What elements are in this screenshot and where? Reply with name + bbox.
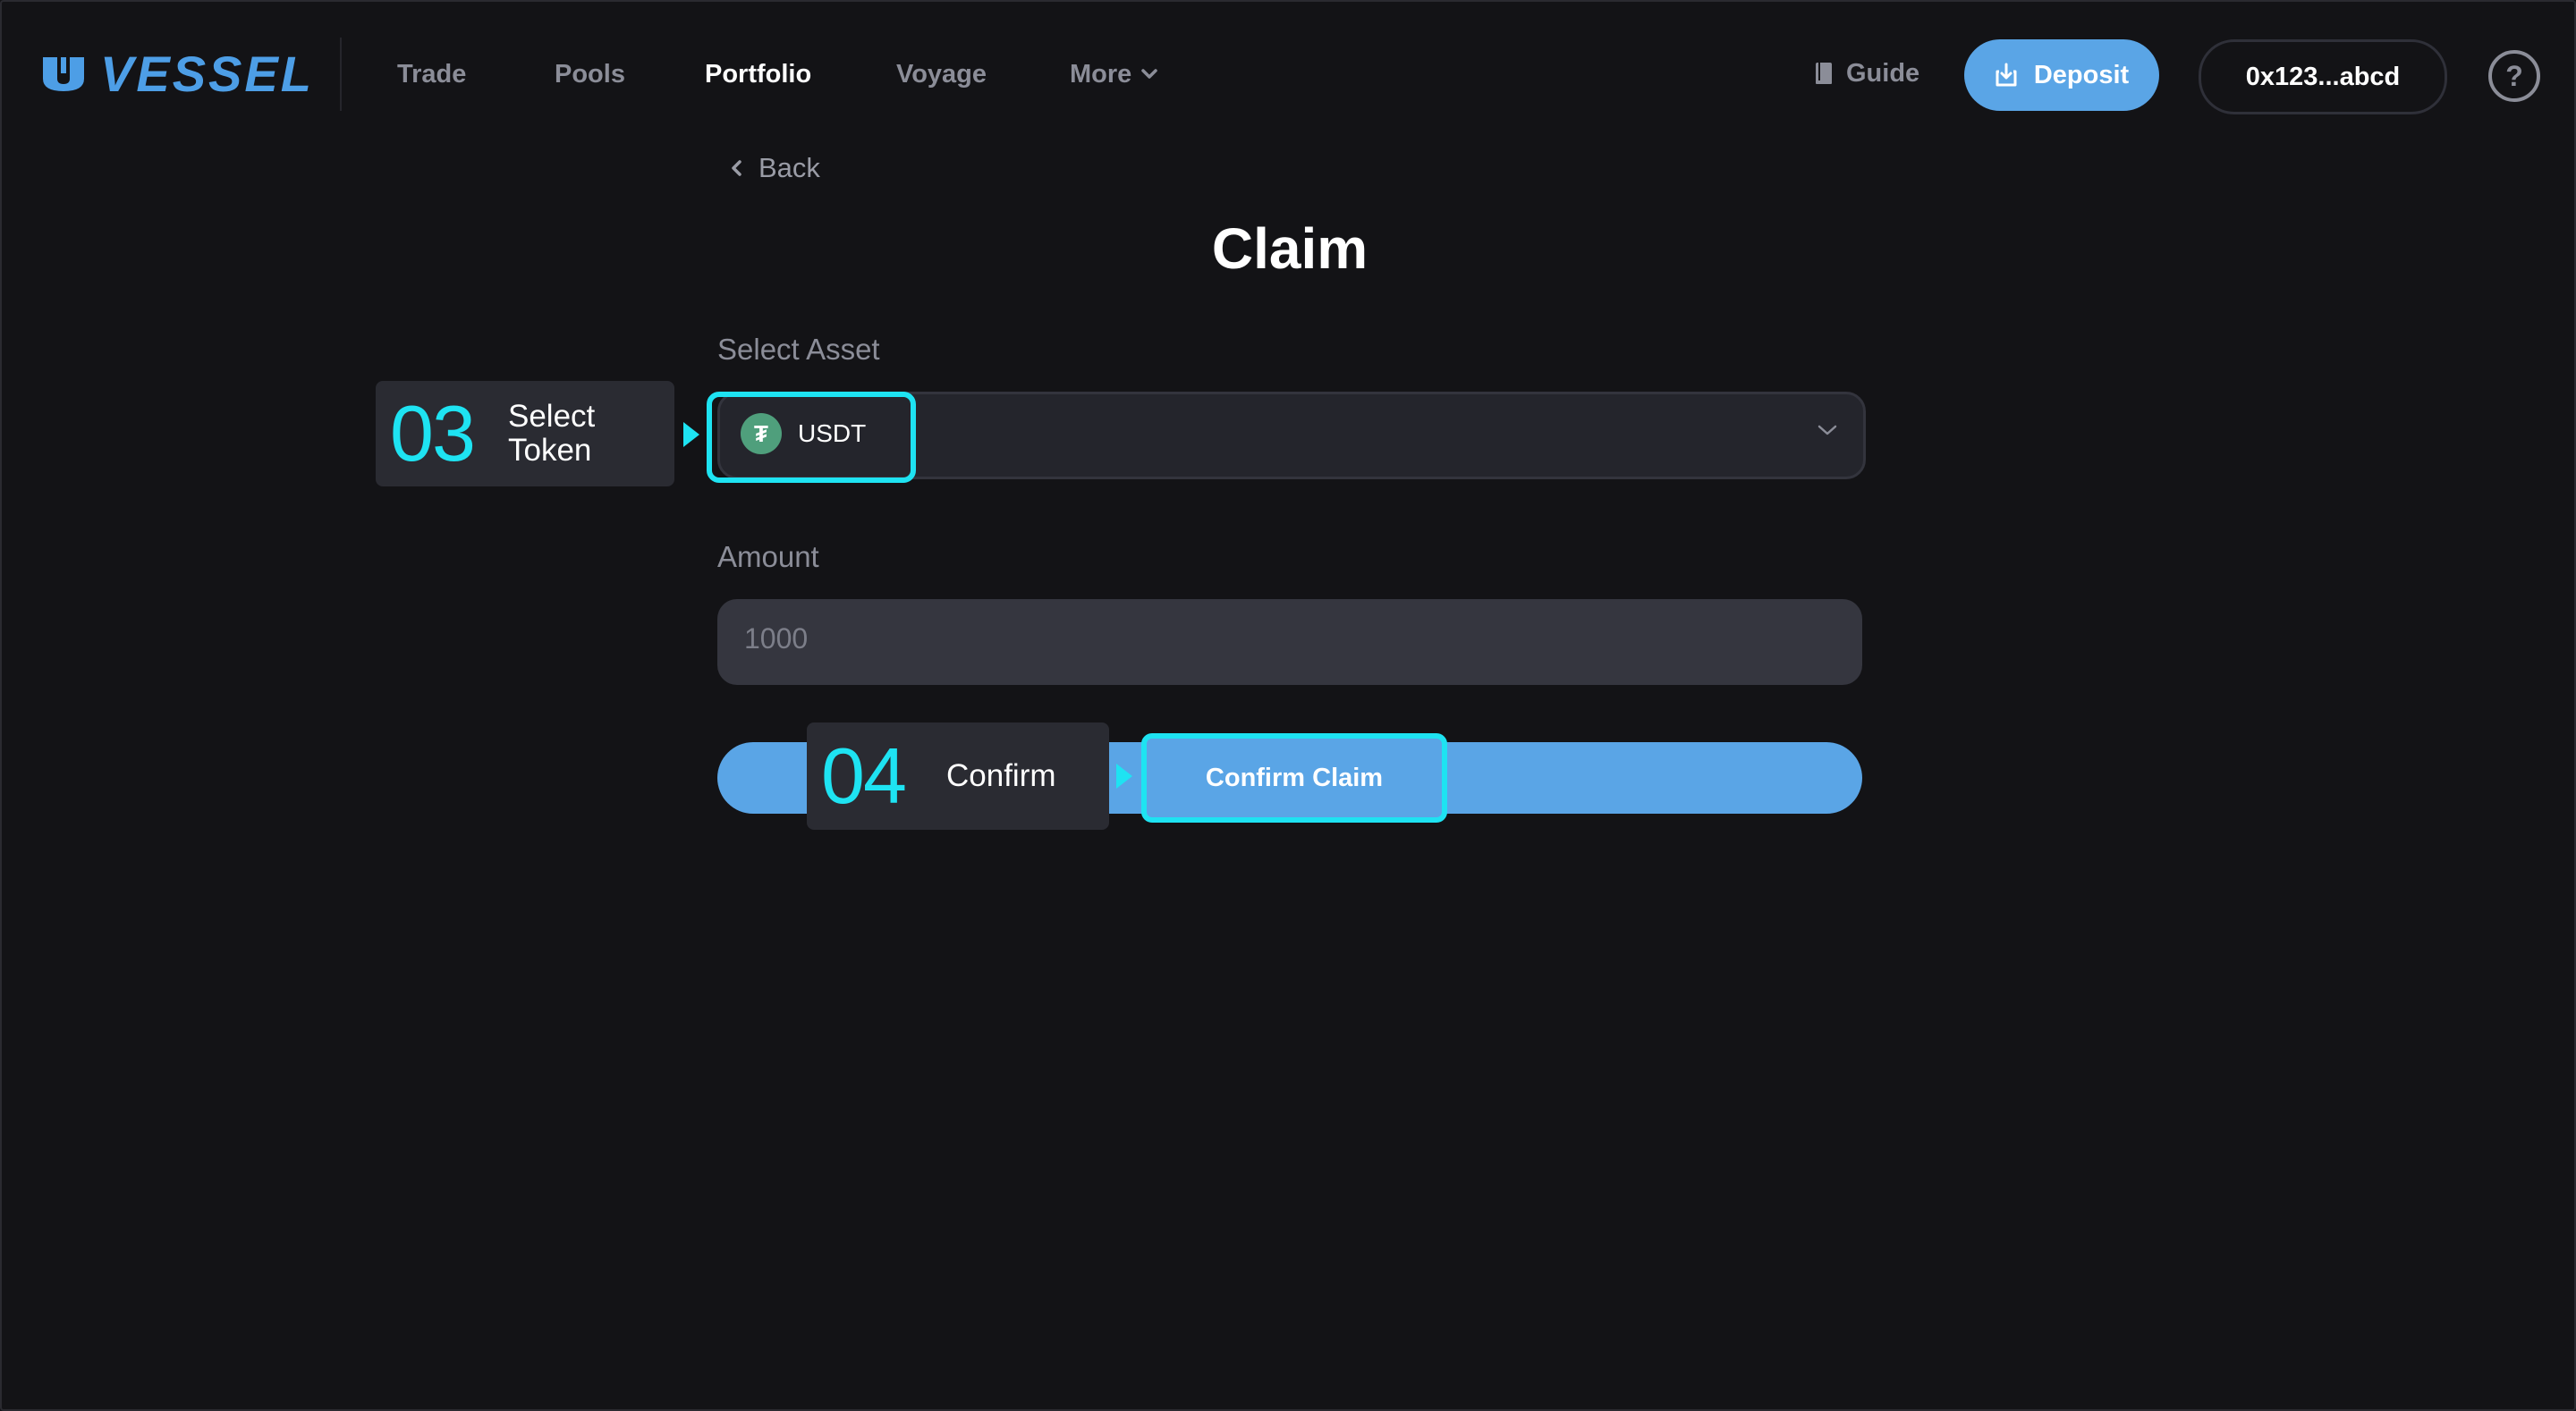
back-label: Back (758, 152, 820, 183)
chevron-down-icon (1141, 69, 1158, 79)
nav-portfolio[interactable]: Portfolio (705, 57, 811, 91)
guide-link[interactable]: Guide (1814, 55, 1919, 91)
question-icon: ? (2505, 59, 2523, 92)
amount-input[interactable] (744, 622, 1818, 655)
logo-wordmark: VESSEL (100, 46, 314, 102)
chevron-left-icon (732, 160, 741, 176)
confirm-claim-button[interactable]: Confirm Claim (1141, 733, 1447, 823)
step-text-line: Token (508, 433, 592, 468)
guide-label: Guide (1846, 59, 1920, 88)
selected-token[interactable]: ₮ USDT (741, 413, 866, 454)
callout-pointer-icon (1116, 764, 1132, 789)
nav-trade[interactable]: Trade (397, 57, 466, 91)
step-callout-confirm: 04 Confirm (807, 722, 1109, 830)
back-link[interactable]: Back (730, 150, 820, 186)
vessel-logo-icon (43, 57, 84, 91)
book-icon (1816, 63, 1832, 84)
confirm-claim-label: Confirm Claim (1205, 763, 1384, 792)
select-asset-label: Select Asset (717, 333, 880, 366)
header-divider (340, 38, 342, 111)
step-number: 04 (821, 731, 907, 820)
selected-token-label: USDT (798, 419, 867, 447)
page-title: Claim (1211, 216, 1368, 281)
chevron-down-icon (1818, 425, 1837, 435)
vessel-logo[interactable]: VESSEL (41, 46, 314, 102)
step-number: 03 (390, 389, 476, 477)
app-window: VESSEL Trade Pools Portfolio Voyage More… (0, 0, 2576, 1411)
nav-more[interactable]: More (1070, 57, 1158, 91)
wallet-address-label: 0x123...abcd (2245, 62, 2401, 91)
usdt-token-icon: ₮ (741, 413, 782, 454)
amount-label: Amount (717, 540, 819, 573)
step-text-line: Select (508, 399, 596, 434)
wallet-address-button[interactable]: 0x123...abcd (2199, 39, 2447, 114)
nav-more-label: More (1070, 60, 1132, 89)
step-text: Select Token (508, 400, 595, 468)
nav-pools[interactable]: Pools (555, 57, 625, 91)
help-button[interactable]: ? (2488, 50, 2540, 102)
callout-pointer-icon (683, 422, 699, 447)
amount-field[interactable] (717, 599, 1862, 685)
nav-voyage[interactable]: Voyage (896, 57, 987, 91)
download-icon (1996, 63, 2017, 87)
step-callout-select-token: 03 Select Token (376, 381, 674, 486)
step-text-line: Confirm (946, 758, 1056, 793)
deposit-button[interactable]: Deposit (1964, 39, 2159, 111)
step-text: Confirm (946, 759, 1056, 793)
deposit-label: Deposit (2033, 60, 2130, 89)
